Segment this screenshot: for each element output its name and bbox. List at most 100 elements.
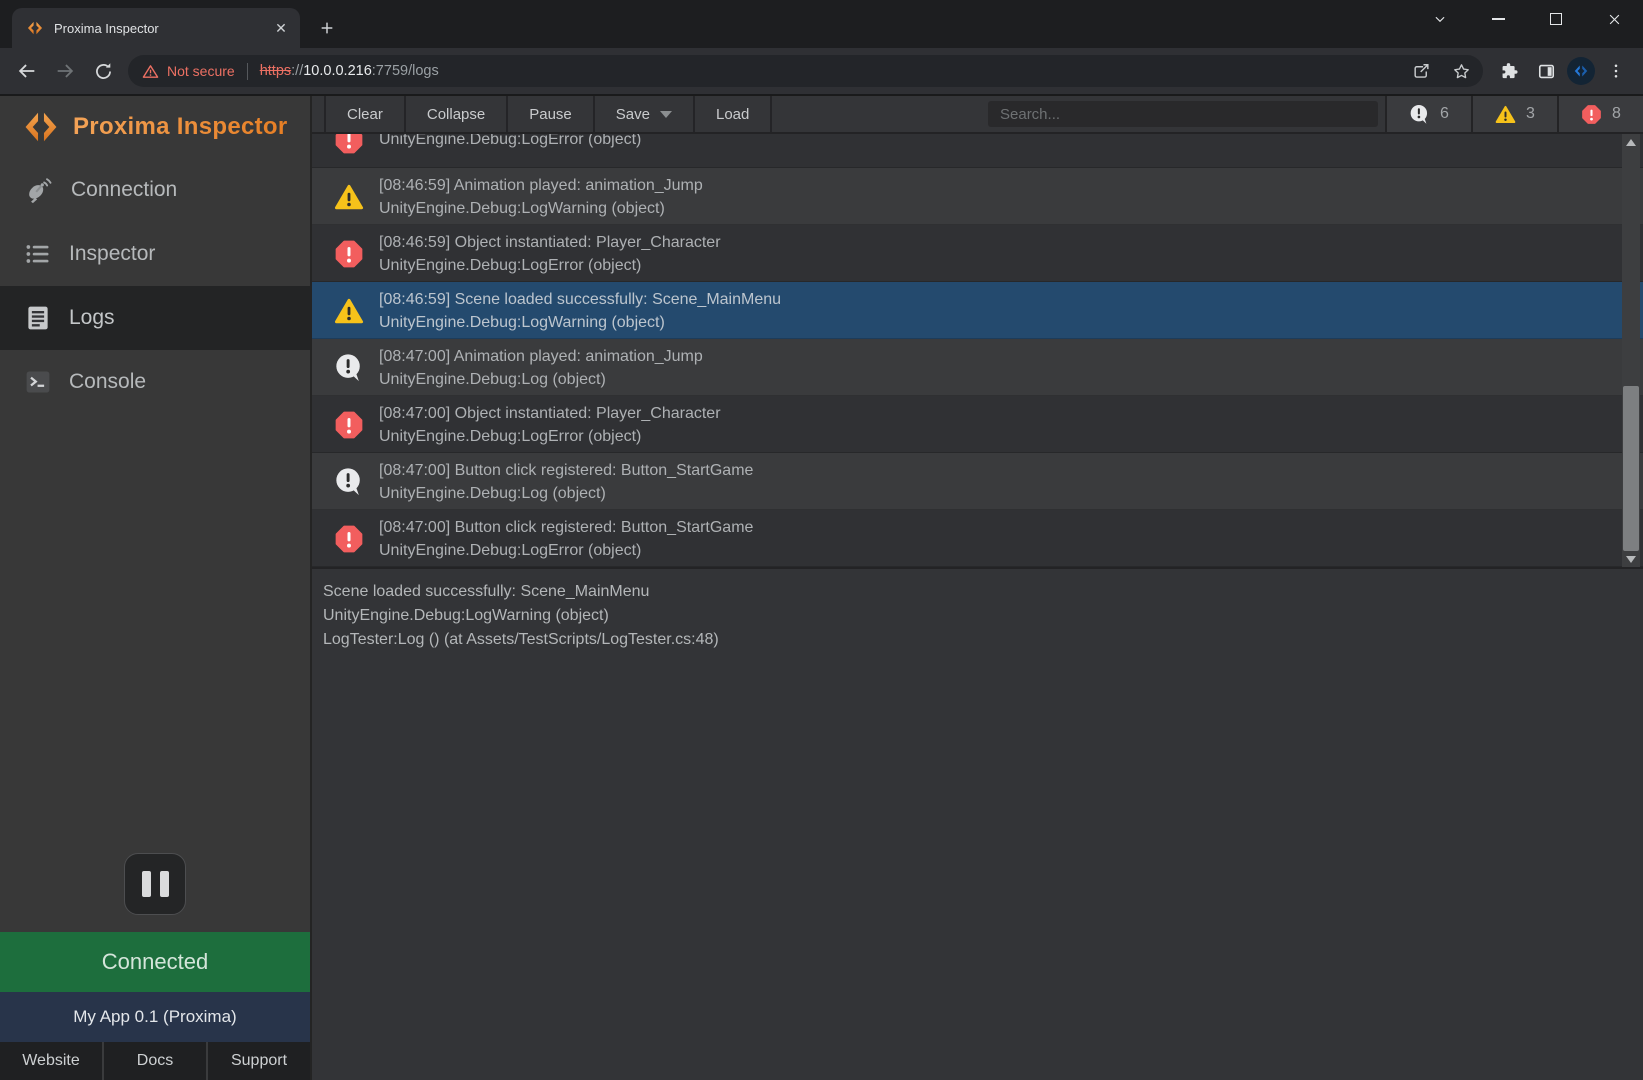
log-row[interactable]: UnityEngine.Debug:LogError (object) [312,134,1643,168]
error-log-icon [334,410,364,440]
log-list: UnityEngine.Debug:LogError (object) [08:… [312,134,1643,567]
connection-status-bar: Connected [0,932,310,992]
log-row[interactable]: [08:47:00] Object instantiated: Player_C… [312,396,1643,453]
sidebar-item-label: Connection [71,178,177,202]
browser-toolbar: Not secure https://10.0.0.216:7759/logs [0,48,1643,95]
browser-menu-button[interactable] [1599,54,1633,88]
not-secure-warning-icon [142,63,159,80]
scrollbar-thumb[interactable] [1623,386,1639,551]
warning-badge-icon [1495,104,1516,125]
app-logo: Proxima Inspector [0,96,310,158]
log-stacktrace: UnityEngine.Debug:LogError (object) [379,425,721,448]
back-arrow-icon [16,60,38,82]
sidebar: Proxima Inspector Connection Inspector [0,96,310,1080]
connection-status-label: Connected [102,949,208,975]
log-message: [08:47:00] Button click registered: Butt… [379,516,753,539]
sidebar-item-logs[interactable]: Logs [0,286,310,350]
forward-arrow-icon [54,60,76,82]
warning-log-icon [334,296,364,326]
warning-filter-badge[interactable]: 3 [1471,96,1557,132]
detail-line: Scene loaded successfully: Scene_MainMen… [323,580,1643,604]
log-message: [08:46:59] Scene loaded successfully: Sc… [379,288,781,311]
log-row[interactable]: [08:47:00] Button click registered: Butt… [312,453,1643,510]
error-filter-badge[interactable]: 8 [1557,96,1643,132]
app-info-label: My App 0.1 (Proxima) [73,1007,236,1027]
side-panel-icon [1537,62,1556,81]
minimize-button[interactable] [1469,0,1527,38]
collapse-button[interactable]: Collapse [406,96,508,132]
log-message: [08:46:59] Object instantiated: Player_C… [379,231,721,254]
document-icon [24,304,52,332]
sidebar-item-console[interactable]: Console [0,350,310,414]
terminal-icon [24,368,52,396]
warning-count: 3 [1526,105,1535,123]
window-controls [1411,0,1643,38]
log-message: [08:46:59] Animation played: animation_J… [379,174,703,197]
close-icon [1607,12,1622,27]
search-input[interactable] [988,101,1378,127]
pause-icon [142,871,151,897]
puzzle-icon [1499,62,1518,81]
share-button[interactable] [1405,55,1437,87]
footer-link-docs[interactable]: Docs [102,1042,206,1080]
log-row[interactable]: [08:47:00] Button click registered: Butt… [312,510,1643,567]
log-stacktrace: UnityEngine.Debug:LogError (object) [379,539,753,562]
sidebar-item-connection[interactable]: Connection [0,158,310,222]
scroll-up-icon [1626,139,1636,146]
log-stacktrace: UnityEngine.Debug:LogWarning (object) [379,197,703,220]
info-log-icon [334,467,364,497]
close-window-button[interactable] [1585,0,1643,38]
save-button[interactable]: Save [595,96,695,132]
load-button[interactable]: Load [695,96,772,132]
blue-diamond-icon [1573,63,1589,79]
clear-button[interactable]: Clear [324,96,406,132]
back-button[interactable] [10,54,44,88]
log-message: [08:47:00] Object instantiated: Player_C… [379,402,721,425]
extensions-button[interactable] [1491,54,1525,88]
footer-link-website[interactable]: Website [0,1042,102,1080]
security-label[interactable]: Not secure [167,63,235,79]
pause-connection-button[interactable] [124,853,186,915]
tab-search-button[interactable] [1411,0,1469,38]
satellite-icon [24,175,54,205]
side-panel-button[interactable] [1529,54,1563,88]
new-tab-button[interactable] [312,13,342,43]
tab-close-icon[interactable]: ✕ [272,19,290,37]
logs-page: Clear Collapse Pause Save Load 6 [310,96,1643,1080]
proxima-favicon [26,19,44,37]
proxima-extension-button[interactable] [1567,57,1595,85]
detail-line: LogTester:Log () (at Assets/TestScripts/… [323,628,1643,652]
browser-tab[interactable]: Proxima Inspector ✕ [12,8,300,48]
sidebar-item-inspector[interactable]: Inspector [0,222,310,286]
save-dropdown-icon[interactable] [660,111,672,118]
address-bar[interactable]: Not secure https://10.0.0.216:7759/logs [128,55,1483,87]
app-title: Proxima Inspector [73,113,288,141]
reload-button[interactable] [86,54,120,88]
log-row[interactable]: [08:46:59] Scene loaded successfully: Sc… [312,282,1643,339]
footer-link-support[interactable]: Support [206,1042,310,1080]
forward-button[interactable] [48,54,82,88]
info-count: 6 [1440,105,1449,123]
omnibox-divider [247,63,248,80]
log-scrollbar[interactable] [1622,134,1640,567]
share-icon [1412,62,1431,81]
info-filter-badge[interactable]: 6 [1385,96,1471,132]
error-badge-icon [1581,104,1602,125]
scroll-up-button[interactable] [1622,134,1640,150]
app-info-bar: My App 0.1 (Proxima) [0,992,310,1042]
warning-log-icon [334,182,364,212]
scroll-down-button[interactable] [1622,551,1640,567]
maximize-icon [1550,13,1562,25]
pause-logs-button[interactable]: Pause [508,96,595,132]
log-stacktrace: UnityEngine.Debug:LogError (object) [379,254,721,277]
star-icon [1452,62,1471,81]
url-text: https://10.0.0.216:7759/logs [260,63,439,79]
proxima-logo-icon [22,108,60,146]
tab-title: Proxima Inspector [54,21,262,36]
log-row[interactable]: [08:46:59] Object instantiated: Player_C… [312,225,1643,282]
error-count: 8 [1612,105,1621,123]
maximize-button[interactable] [1527,0,1585,38]
bookmark-button[interactable] [1445,55,1477,87]
log-row[interactable]: [08:46:59] Animation played: animation_J… [312,168,1643,225]
log-row[interactable]: [08:47:00] Animation played: animation_J… [312,339,1643,396]
